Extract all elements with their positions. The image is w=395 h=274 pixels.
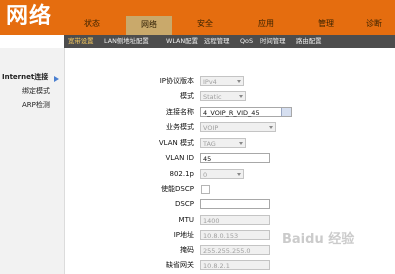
arrow-right-icon: [54, 76, 59, 82]
tab-security[interactable]: 安全: [176, 16, 234, 32]
subnav-remote[interactable]: 远程管理: [204, 35, 230, 48]
vlan-mode-select[interactable]: TAG: [200, 138, 246, 148]
vlan-mode-label: VLAN 模式: [158, 139, 194, 147]
mode-label: 模式: [180, 92, 194, 100]
sidebar: Internet连接 绑定模式 ARP检测: [0, 48, 65, 274]
service-mode-select[interactable]: VOIP: [200, 122, 276, 132]
subnet-mask-label: 掩码: [180, 246, 194, 254]
priority-select[interactable]: 0: [200, 169, 244, 179]
subnet-mask-input[interactable]: 255.255.255.0: [200, 245, 270, 255]
tab-application[interactable]: 应用: [238, 16, 294, 32]
sidebar-item-internet[interactable]: Internet连接: [2, 72, 48, 83]
chevron-down-icon[interactable]: [281, 108, 291, 116]
tab-status[interactable]: 状态: [64, 16, 120, 32]
dscp-input[interactable]: [200, 199, 270, 209]
ip-address-input[interactable]: 10.8.0.153: [200, 230, 270, 240]
tab-network[interactable]: 网络: [126, 16, 172, 35]
service-mode-label: 业务模式: [166, 123, 194, 131]
default-gateway-label: 缺省网关: [166, 261, 194, 269]
connection-name-value: 4_VOIP_R_VID_45: [203, 109, 260, 117]
connection-name-select[interactable]: 4_VOIP_R_VID_45: [200, 107, 292, 117]
sidebar-item-binding[interactable]: 绑定模式: [22, 86, 50, 97]
mtu-label: MTU: [178, 216, 194, 224]
ip-address-label: IP地址: [173, 231, 194, 239]
subnav-qos[interactable]: QoS: [240, 35, 253, 48]
main-tabs: 状态 网络 安全 应用 管理 诊断: [64, 16, 395, 35]
vlan-id-label: VLAN ID: [165, 154, 194, 162]
subnav-lan[interactable]: LAN侧地址配置: [104, 35, 149, 48]
ip-version-select[interactable]: IPv4: [200, 76, 244, 86]
dscp-label: DSCP: [175, 200, 194, 208]
page-title: 网络: [6, 4, 53, 29]
enable-dscp-label: 使能DSCP: [161, 185, 194, 193]
mtu-input[interactable]: 1400: [200, 215, 270, 225]
subnav-route[interactable]: 路由配置: [296, 35, 322, 48]
sub-navigation: 宽带设置 LAN侧地址配置 WLAN配置 远程管理 QoS 时间管理 路由配置: [64, 35, 395, 48]
watermark: Baidu 经验: [282, 232, 355, 247]
tab-diagnose[interactable]: 诊断: [356, 16, 392, 32]
mode-select[interactable]: Static: [200, 91, 246, 101]
enable-dscp-checkbox[interactable]: [201, 185, 210, 194]
subnav-broadband[interactable]: 宽带设置: [68, 35, 94, 48]
priority-label: 802.1p: [169, 170, 194, 178]
sidebar-item-arp[interactable]: ARP检测: [22, 100, 50, 111]
vlan-id-input[interactable]: 45: [200, 153, 270, 163]
subnav-wlan[interactable]: WLAN配置: [166, 35, 198, 48]
connection-name-label: 连接名称: [166, 108, 194, 116]
ip-version-label: IP协议版本: [159, 77, 194, 85]
tab-management[interactable]: 管理: [298, 16, 354, 32]
subnav-time[interactable]: 时间管理: [260, 35, 286, 48]
default-gateway-input[interactable]: 10.8.2.1: [200, 260, 270, 270]
